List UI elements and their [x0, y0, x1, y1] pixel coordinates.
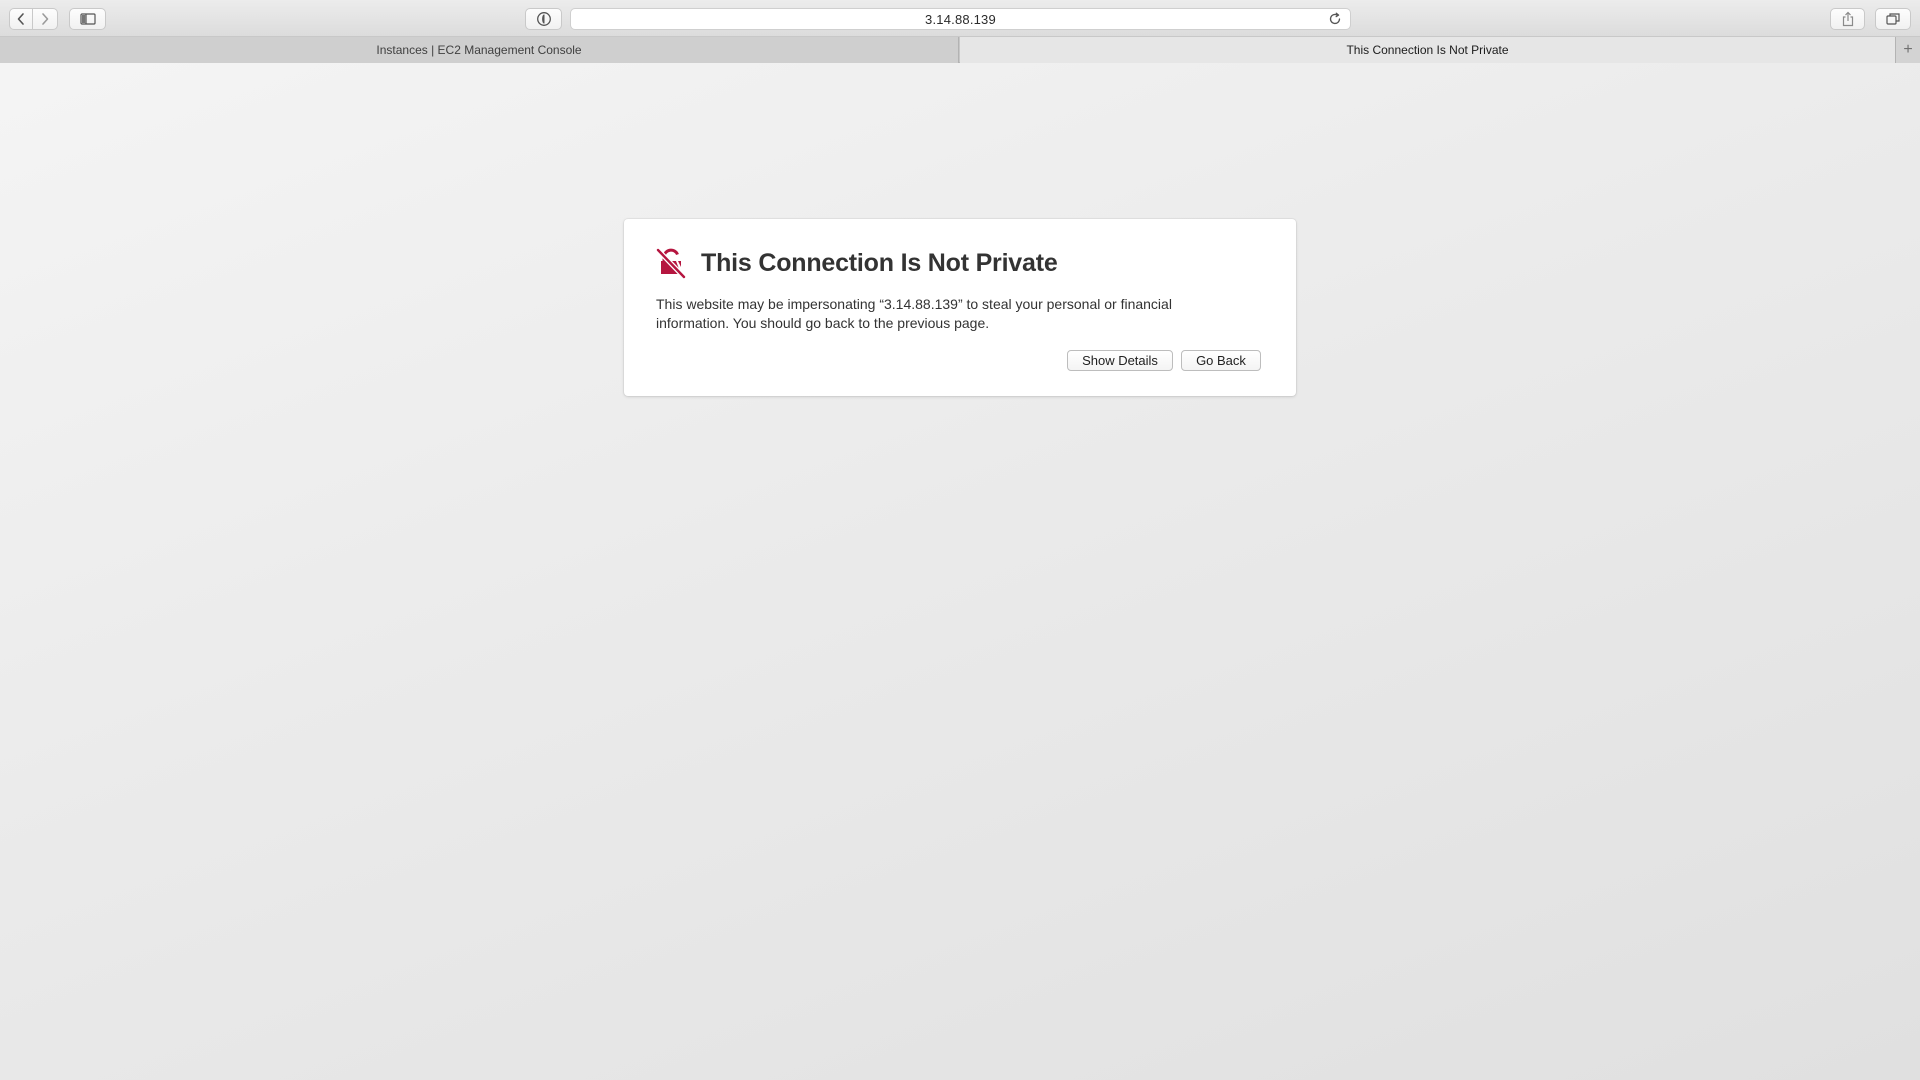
- sidebar-toggle-button[interactable]: [69, 8, 106, 30]
- privacy-warning-card: This Connection Is Not Private This webs…: [624, 219, 1296, 396]
- tab-bar: Instances | EC2 Management Console This …: [0, 37, 1920, 63]
- share-button[interactable]: [1830, 8, 1865, 30]
- broken-lock-icon: [656, 248, 686, 279]
- warning-message: This website may be impersonating “3.14.…: [656, 295, 1256, 333]
- reload-icon[interactable]: [1328, 12, 1342, 26]
- share-icon: [1842, 11, 1853, 27]
- new-tab-button[interactable]: +: [1895, 37, 1920, 63]
- show-details-button[interactable]: Show Details: [1067, 350, 1173, 371]
- address-text: 3.14.88.139: [925, 11, 996, 27]
- tab-connection-not-private[interactable]: This Connection Is Not Private: [960, 37, 1895, 63]
- warning-message-line-1: This website may be impersonating “3.14.…: [656, 296, 1172, 312]
- chevron-left-icon: [17, 13, 24, 25]
- plus-icon: +: [1903, 41, 1913, 58]
- tab-overview-button[interactable]: [1875, 8, 1911, 30]
- tab-label: This Connection Is Not Private: [1346, 43, 1509, 57]
- tab-overview-icon: [1886, 13, 1900, 25]
- browser-toolbar: 3.14.88.139: [0, 0, 1920, 37]
- address-bar[interactable]: 3.14.88.139: [570, 8, 1351, 30]
- privacy-report-icon: [536, 12, 551, 26]
- warning-title: This Connection Is Not Private: [701, 249, 1058, 277]
- tab-label: Instances | EC2 Management Console: [376, 43, 582, 57]
- privacy-report-button[interactable]: [525, 8, 562, 30]
- warning-message-line-2: information. You should go back to the p…: [656, 315, 990, 331]
- go-back-button[interactable]: Go Back: [1181, 350, 1261, 371]
- sidebar-icon: [79, 13, 96, 25]
- forward-button[interactable]: [33, 8, 58, 30]
- tab-ec2-console[interactable]: Instances | EC2 Management Console: [0, 37, 959, 63]
- back-button[interactable]: [9, 8, 33, 30]
- chevron-right-icon: [42, 13, 49, 25]
